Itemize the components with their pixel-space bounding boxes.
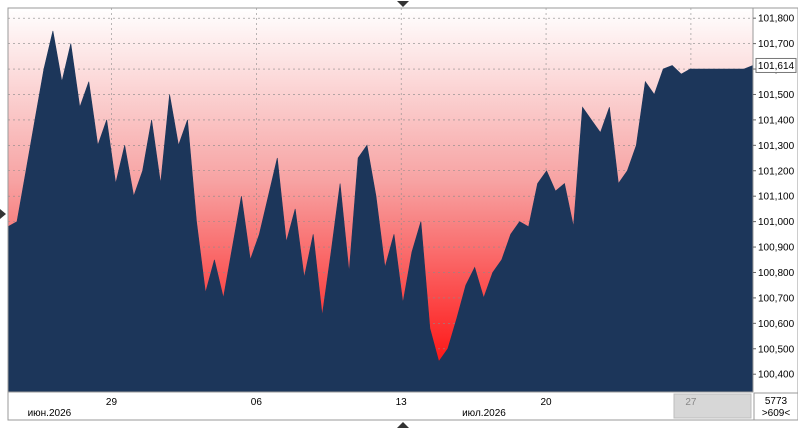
x-tick-label: 13: [396, 397, 408, 408]
y-tick-label: 101,500: [758, 90, 795, 101]
y-tick-label: 100,700: [758, 293, 795, 304]
y-tick-label: 100,600: [758, 319, 795, 330]
last-value-label: 101,614: [755, 57, 797, 73]
y-tick-label: 100,900: [758, 243, 795, 254]
scroll-marker-left-icon[interactable]: [0, 209, 6, 219]
x-month-label: июн.2026: [28, 408, 72, 419]
x-tick-label: 06: [251, 397, 263, 408]
last-value-text: 101,614: [758, 61, 795, 72]
y-tick-label: 101,200: [758, 166, 795, 177]
chart-window: 101,800101,700101,600101,500101,400101,3…: [0, 0, 798, 428]
y-tick-label: 101,100: [758, 192, 795, 203]
x-month-label: июл.2026: [462, 408, 506, 419]
y-tick-label: 101,300: [758, 141, 795, 152]
bar-counter-bottom: >609<: [762, 408, 791, 419]
price-area-chart: 101,800101,700101,600101,500101,400101,3…: [0, 1, 798, 428]
scroll-marker-bottom-icon[interactable]: [397, 422, 409, 428]
x-tick-label: 27: [685, 397, 697, 408]
y-tick-label: 100,400: [758, 370, 795, 381]
x-tick-label: 29: [106, 397, 118, 408]
y-tick-label: 100,500: [758, 344, 795, 355]
y-tick-label: 101,700: [758, 39, 795, 50]
x-tick-label: 20: [540, 397, 552, 408]
y-tick-label: 101,000: [758, 217, 795, 228]
x-axis-panel: [8, 392, 753, 420]
scroll-marker-top-icon[interactable]: [397, 1, 409, 7]
y-tick-label: 101,800: [758, 14, 795, 25]
bar-counter-top: 5773: [765, 396, 788, 407]
y-tick-label: 101,400: [758, 115, 795, 126]
y-tick-label: 100,800: [758, 268, 795, 279]
